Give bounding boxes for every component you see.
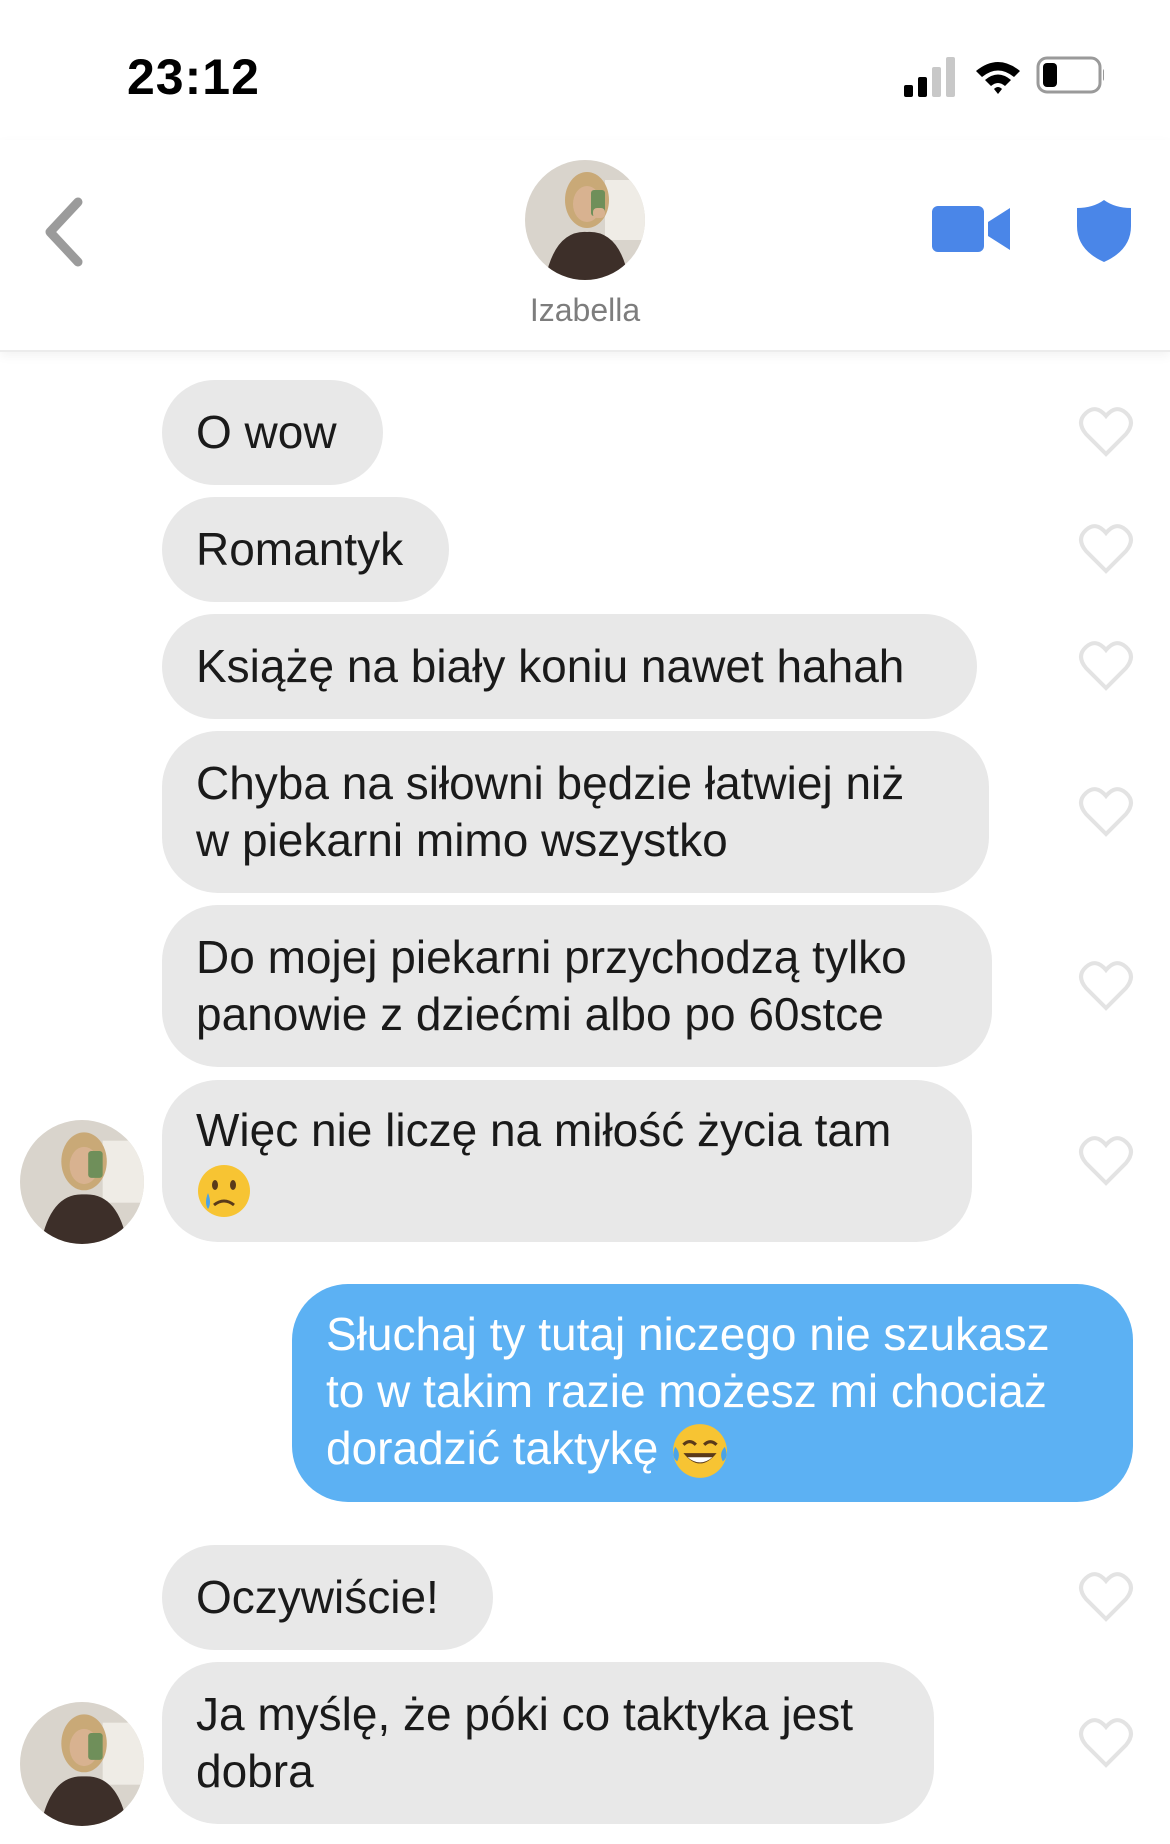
message-incoming[interactable]: Do mojej piekarni przychodzą tylko panow… — [162, 905, 992, 1067]
heart-icon[interactable] — [1078, 523, 1134, 575]
back-button[interactable] — [38, 192, 98, 272]
wifi-icon — [976, 62, 1020, 94]
heart-icon[interactable] — [1078, 1717, 1134, 1769]
safety-button[interactable] — [1075, 198, 1133, 264]
message-text: Chyba na siłowni będzie łatwiej niż w pi… — [196, 757, 905, 866]
cellular-signal-icon — [904, 57, 955, 97]
heart-icon[interactable] — [1078, 960, 1134, 1012]
heart-icon[interactable] — [1078, 1571, 1134, 1623]
profile-photo — [20, 1702, 144, 1826]
message-text: Słuchaj ty tutaj niczego nie szukasz to … — [326, 1306, 1050, 1481]
contact-avatar[interactable] — [525, 160, 645, 280]
status-icons — [904, 56, 1104, 97]
message-incoming[interactable]: Chyba na siłowni będzie łatwiej niż w pi… — [162, 731, 989, 893]
message-text: Książę na biały koniu nawet hahah — [196, 640, 905, 692]
heart-icon[interactable] — [1078, 786, 1134, 838]
tears-of-joy-emoji — [673, 1424, 728, 1479]
heart-icon[interactable] — [1078, 406, 1134, 458]
message-text: Romantyk — [196, 523, 404, 575]
message-text: Do mojej piekarni przychodzą tylko panow… — [196, 931, 907, 1040]
heart-icon[interactable] — [1078, 640, 1134, 692]
message-outgoing[interactable]: Słuchaj ty tutaj niczego nie szukasz to … — [292, 1284, 1133, 1502]
message-text: Ja myślę, że póki co taktyka jest dobra — [196, 1688, 854, 1797]
chevron-left-icon — [45, 197, 83, 267]
message-incoming[interactable]: O wow — [162, 380, 383, 485]
status-bar: 23:12 — [0, 0, 1170, 140]
message-incoming[interactable]: Oczywiście! — [162, 1545, 493, 1650]
message-incoming[interactable]: Książę na biały koniu nawet hahah — [162, 614, 977, 719]
profile-photo — [20, 1120, 144, 1244]
heart-icon[interactable] — [1078, 1135, 1134, 1187]
contact-avatar-small[interactable] — [20, 1702, 144, 1826]
message-text: O wow — [196, 406, 337, 458]
contact-name[interactable]: Izabella — [0, 292, 1170, 329]
shield-icon — [1077, 200, 1131, 262]
status-time: 23:12 — [127, 49, 260, 105]
chat-header: Izabella — [0, 140, 1170, 352]
battery-icon — [1036, 56, 1104, 94]
message-text: Oczywiście! — [196, 1571, 439, 1623]
message-text: Więc nie liczę na miłość życia tam — [196, 1102, 891, 1219]
message-incoming[interactable]: Więc nie liczę na miłość życia tam — [162, 1080, 972, 1242]
profile-photo — [525, 160, 645, 280]
video-call-button[interactable] — [932, 202, 1012, 256]
message-incoming[interactable]: Romantyk — [162, 497, 449, 602]
contact-avatar-small[interactable] — [20, 1120, 144, 1244]
message-incoming[interactable]: Ja myślę, że póki co taktyka jest dobra — [162, 1662, 934, 1824]
crying-face-emoji — [198, 1164, 250, 1217]
video-camera-icon — [932, 206, 1010, 252]
